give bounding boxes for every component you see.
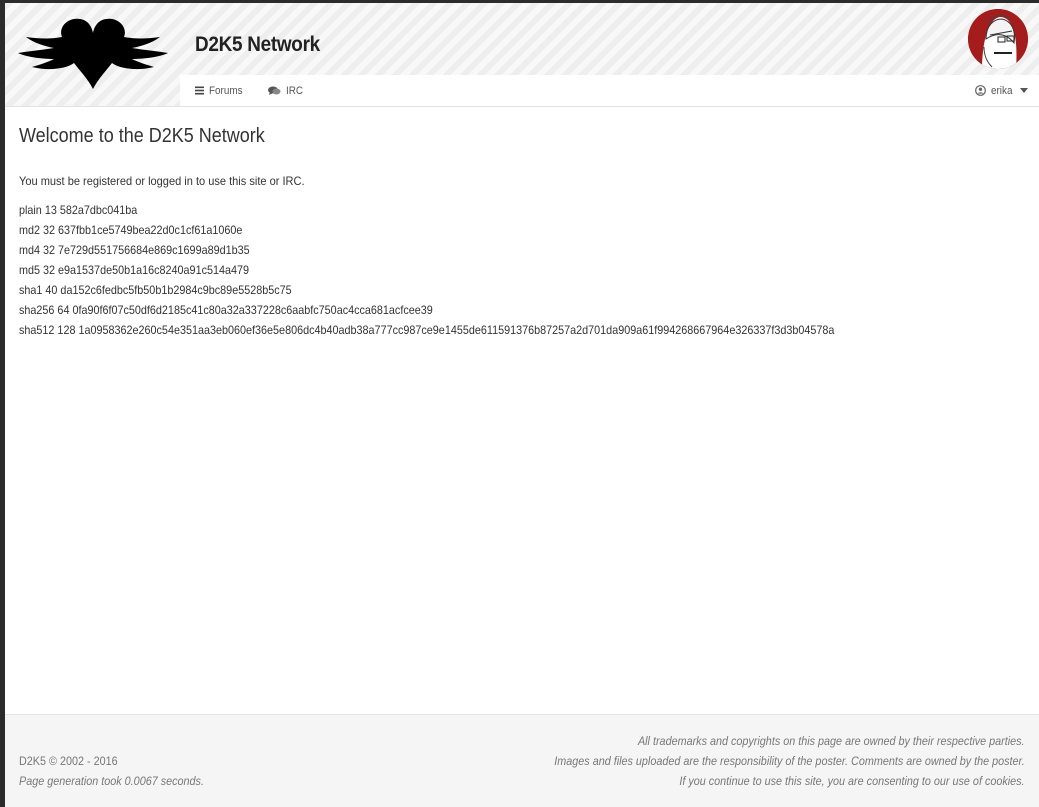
copyright-text: D2K5 © 2002 - 2016	[19, 754, 118, 768]
intro-text: You must be registered or logged in to u…	[19, 174, 305, 188]
avatar-icon	[968, 9, 1028, 69]
user-avatar[interactable]	[968, 9, 1028, 69]
list-icon	[195, 86, 204, 95]
hash-line: plain 13 582a7dbc041ba	[19, 203, 138, 217]
user-circle-icon	[975, 85, 987, 96]
hash-list: plain 13 582a7dbc041ba md2 32 637fbb1ce5…	[19, 200, 1029, 340]
footer-left: D2K5 © 2002 - 2016 Page generation took …	[19, 751, 225, 791]
nav-forums[interactable]: Forums	[195, 75, 246, 106]
hash-line: sha512 128 1a0958362e260c54e351aa3eb060e…	[19, 323, 835, 337]
hash-line: md5 32 e9a1537de50b1a16c8240a91c514a479	[19, 263, 250, 277]
site-logo[interactable]	[5, 3, 180, 106]
hash-line: sha256 64 0fa90f6f07c50df6d2185c41c80a32…	[19, 303, 433, 317]
nav-irc-label: IRC	[286, 84, 304, 97]
uploads-notice: Images and files uploaded are the respon…	[554, 754, 1025, 768]
cookies-notice: If you continue to use this site, you ar…	[679, 774, 1025, 788]
user-menu[interactable]: erika	[975, 75, 1028, 106]
caret-down-icon	[1020, 88, 1028, 93]
winged-heart-logo-icon	[17, 18, 168, 89]
site-title[interactable]: D2K5 Network	[195, 33, 320, 57]
user-menu-label: erika	[991, 84, 1013, 97]
nav-forums-label: Forums	[209, 84, 243, 97]
hash-line: md4 32 7e729d551756684e869c1699a89d1b35	[19, 243, 250, 257]
footer-notices: All trademarks and copyrights on this pa…	[502, 731, 1025, 791]
site-header: D2K5 Network Forums IRC erika	[5, 3, 1039, 107]
page-frame: D2K5 Network Forums IRC erika Welcome to…	[5, 3, 1039, 807]
generation-time: Page generation took 0.0067 seconds.	[19, 774, 204, 788]
main-navbar: Forums IRC erika	[180, 75, 1039, 106]
site-footer: D2K5 © 2002 - 2016 Page generation took …	[5, 714, 1039, 807]
nav-irc[interactable]: IRC	[268, 75, 305, 106]
hash-line: md2 32 637fbb1ce5749bea22d0c1cf61a1060e	[19, 223, 243, 237]
chat-icon	[268, 86, 281, 95]
main-content: Welcome to the D2K5 Network You must be …	[19, 125, 1029, 340]
trademark-notice: All trademarks and copyrights on this pa…	[638, 734, 1025, 748]
page-title: Welcome to the D2K5 Network	[19, 125, 265, 147]
hash-line: sha1 40 da152c6fedbc5fb50b1b2984c9bc89e5…	[19, 283, 292, 297]
